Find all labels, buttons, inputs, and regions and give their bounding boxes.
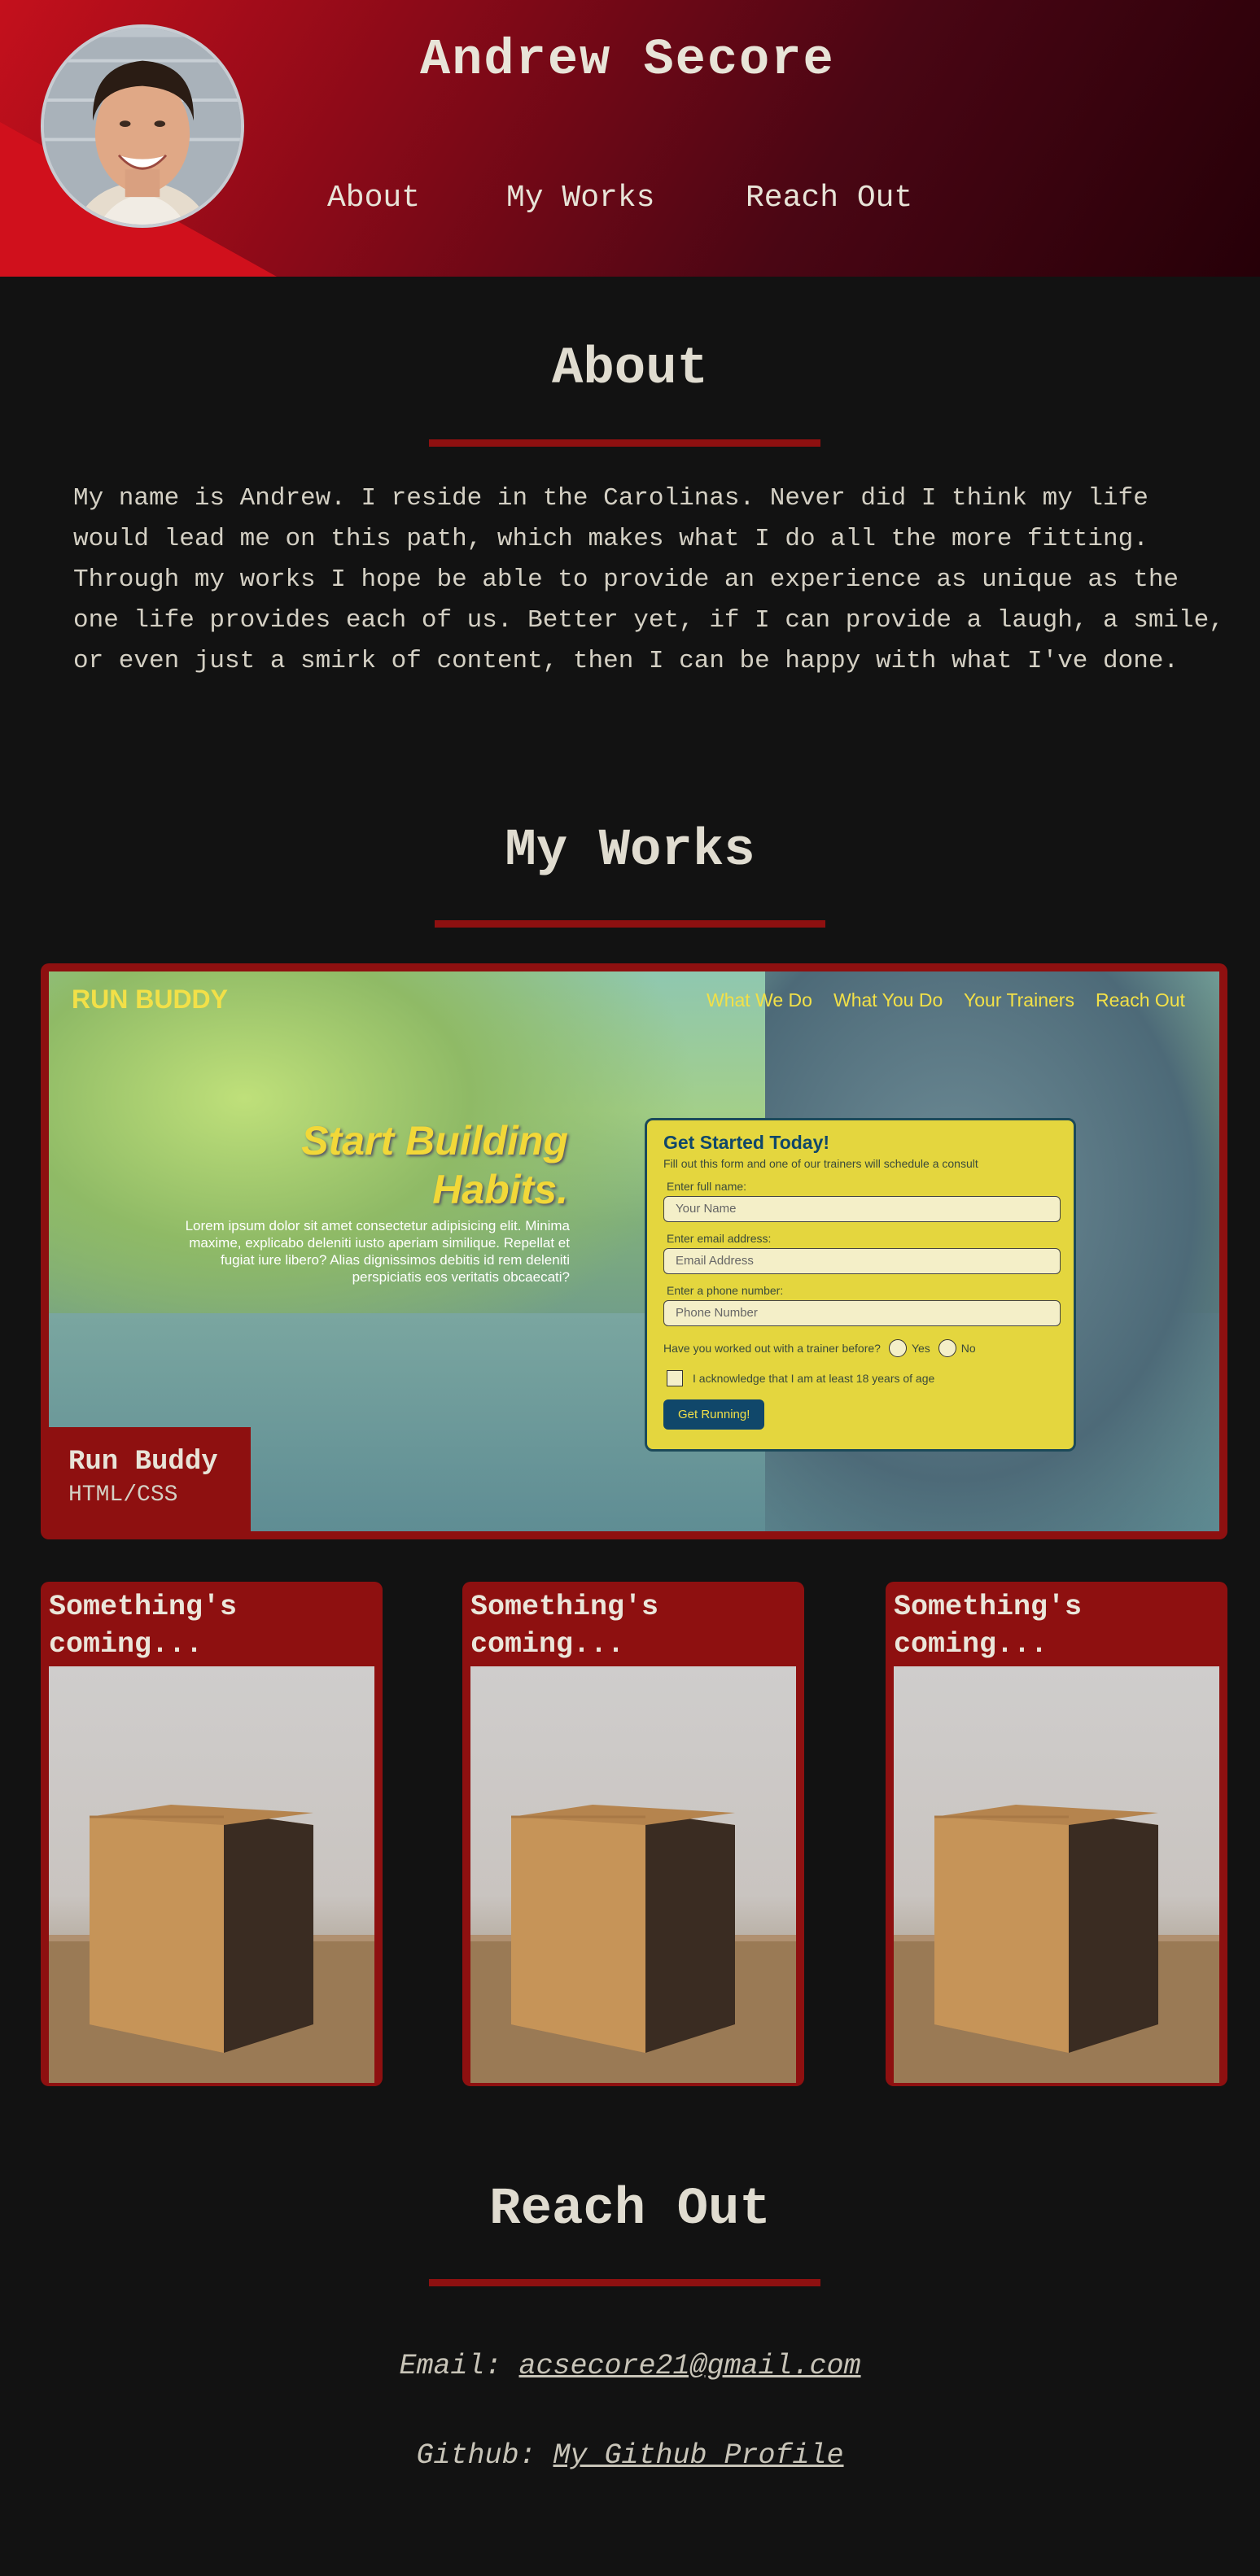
github-line: Github: My Github Profile <box>0 2439 1260 2472</box>
rb-acknowledge-checkbox <box>667 1370 683 1386</box>
box-image <box>894 1666 1219 2083</box>
main-nav: About My Works Reach Out <box>0 181 1260 221</box>
box-image <box>470 1666 796 2083</box>
email-line: Email: acsecore21@gmail.com <box>0 2350 1260 2382</box>
rb-radio-yes-label: Yes <box>911 1342 930 1355</box>
rb-submit-button: Get Running! <box>663 1399 765 1430</box>
project-name: Run Buddy <box>68 1447 218 1478</box>
email-link[interactable]: acsecore21@gmail.com <box>518 2350 860 2382</box>
github-link[interactable]: My Github Profile <box>553 2439 843 2472</box>
rb-hero-title: Start Building Habits. <box>301 1118 568 1212</box>
project-card-run-buddy[interactable]: RUN BUDDY What We Do What You Do Your Tr… <box>41 963 1227 1539</box>
rb-hero-text: Lorem ipsum dolor sit amet consectetur a… <box>185 1218 570 1285</box>
placeholder-card[interactable]: Something's coming... <box>462 1582 804 2086</box>
nav-about-link[interactable]: About <box>327 181 420 216</box>
rb-form-title: Get Started Today! <box>663 1132 830 1153</box>
rb-name-label: Enter full name: <box>667 1180 747 1193</box>
rb-trainer-question: Have you worked out with a trainer befor… <box>663 1342 881 1355</box>
rb-email-input: Email Address <box>663 1248 1061 1274</box>
works-heading: My Works <box>505 822 755 880</box>
works-divider <box>435 920 825 928</box>
placeholder-title: Something's coming... <box>49 1591 238 1661</box>
nav-my-works-link[interactable]: My Works <box>506 181 654 216</box>
run-buddy-screenshot: RUN BUDDY What We Do What You Do Your Tr… <box>49 971 1219 1531</box>
rb-logo: RUN BUDDY <box>72 985 228 1014</box>
about-heading: About <box>551 340 709 399</box>
rb-trainer-question-row: Have you worked out with a trainer befor… <box>663 1339 1057 1357</box>
rb-name-input: Your Name <box>663 1196 1061 1222</box>
placeholder-title: Something's coming... <box>470 1591 659 1661</box>
github-label: Github: <box>416 2439 536 2472</box>
email-label: Email: <box>399 2350 502 2382</box>
rb-signup-form: Get Started Today! Fill out this form an… <box>645 1118 1076 1452</box>
about-text: My name is Andrew. I reside in the Carol… <box>73 484 1224 675</box>
rb-phone-input: Phone Number <box>663 1300 1061 1326</box>
box-image <box>49 1666 374 2083</box>
project-label[interactable]: Run Buddy HTML/CSS <box>49 1427 251 1531</box>
rb-email-label: Enter email address: <box>667 1232 772 1245</box>
reach-out-heading: Reach Out <box>489 2181 771 2239</box>
rb-form-subtitle: Fill out this form and one of our traine… <box>663 1157 978 1170</box>
project-tech: HTML/CSS <box>68 1482 178 1508</box>
rb-radio-no-label: No <box>960 1342 976 1355</box>
placeholder-card[interactable]: Something's coming... <box>41 1582 383 2086</box>
site-title: Andrew Secore <box>420 31 835 89</box>
rb-radio-no <box>938 1339 956 1357</box>
rb-acknowledge-row: I acknowledge that I am at least 18 year… <box>663 1370 1057 1386</box>
rb-nav-item: Your Trainers <box>964 989 1074 1011</box>
rb-nav-item: Reach Out <box>1096 989 1185 1011</box>
about-divider <box>429 439 820 447</box>
rb-nav-item: What We Do <box>707 989 812 1011</box>
rb-radio-yes <box>888 1339 907 1357</box>
rb-phone-label: Enter a phone number: <box>667 1284 784 1297</box>
placeholder-title: Something's coming... <box>894 1591 1083 1661</box>
nav-reach-out-link[interactable]: Reach Out <box>746 181 912 216</box>
site-header: Andrew Secore About My Works Reach Out <box>0 0 1260 277</box>
rb-acknowledge-label: I acknowledge that I am at least 18 year… <box>693 1372 935 1385</box>
reach-out-divider <box>429 2279 820 2286</box>
placeholder-card[interactable]: Something's coming... <box>886 1582 1227 2086</box>
rb-nav-item: What You Do <box>833 989 943 1011</box>
